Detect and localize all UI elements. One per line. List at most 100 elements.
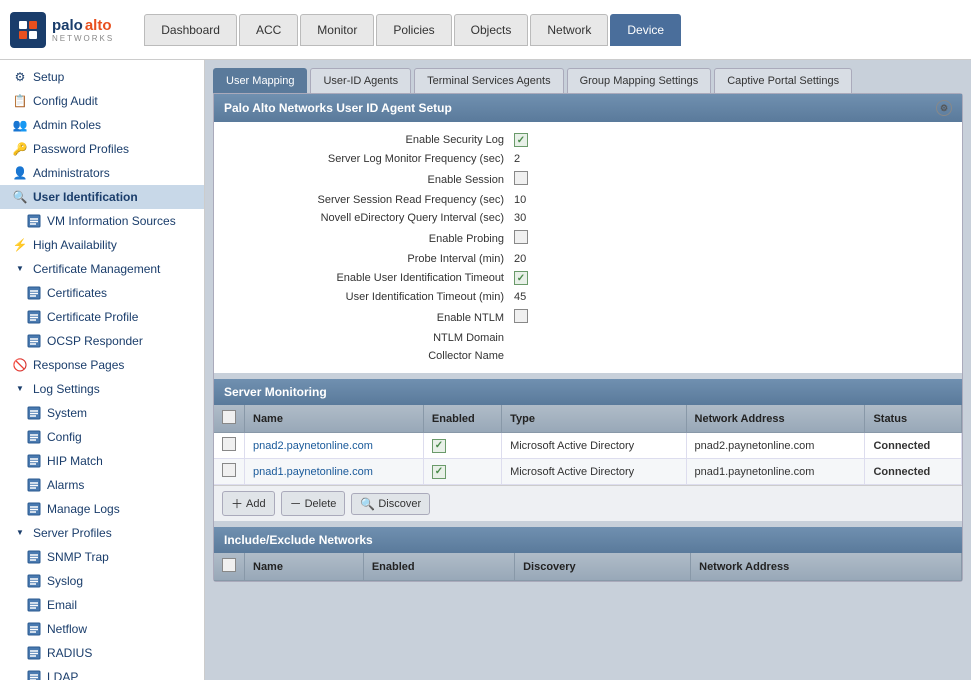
content-tab-group-mapping-settings[interactable]: Group Mapping Settings (567, 68, 712, 93)
discover-button-icon: 🔍 (360, 497, 375, 511)
server-name-0[interactable]: pnad2.paynetonline.com (253, 440, 373, 452)
form-value[interactable]: ✓ (514, 271, 528, 285)
server-type-0: Microsoft Active Directory (502, 433, 686, 459)
server-select-all[interactable] (222, 410, 236, 424)
checkbox-enable-user-identification-timeout[interactable]: ✓ (514, 271, 528, 285)
sidebar-item-manage-logs[interactable]: Manage Logs (0, 497, 204, 521)
sidebar-item-response-pages[interactable]: 🚫Response Pages (0, 353, 204, 377)
syslog-icon (26, 573, 42, 589)
checkbox-enable-security-log[interactable]: ✓ (514, 133, 528, 147)
sidebar-item-config[interactable]: Config (0, 425, 204, 449)
form-row-server-log-monitor-frequency-sec: Server Log Monitor Frequency (sec)2 (234, 150, 942, 168)
sidebar-item-administrators[interactable]: 👤Administrators (0, 161, 204, 185)
row-checkbox-1[interactable] (222, 463, 236, 477)
sidebar-item-certificate-management[interactable]: ▼Certificate Management (0, 257, 204, 281)
sidebar-label-snmp-trap: SNMP Trap (47, 548, 109, 566)
add-button-icon: ＋ (231, 495, 243, 512)
sidebar-item-user-identification[interactable]: 🔍User Identification (0, 185, 204, 209)
sidebar-item-certificates[interactable]: Certificates (0, 281, 204, 305)
sidebar-item-radius[interactable]: RADIUS (0, 641, 204, 665)
content-tab-user-id-agents[interactable]: User-ID Agents (310, 68, 411, 93)
agent-setup-title: Palo Alto Networks User ID Agent Setup (224, 101, 452, 115)
config-icon (26, 429, 42, 445)
radius-icon (26, 645, 42, 661)
log-settings-icon: ▼ (12, 381, 28, 397)
form-row-collector-name: Collector Name (234, 347, 942, 365)
nav-tab-acc[interactable]: ACC (239, 14, 298, 46)
sidebar-item-admin-roles[interactable]: 👥Admin Roles (0, 113, 204, 137)
server-name-1[interactable]: pnad1.paynetonline.com (253, 466, 373, 478)
form-label: Enable User Identification Timeout (234, 272, 514, 284)
server-enabled-0[interactable]: ✓ (432, 439, 446, 453)
form-label: User Identification Timeout (min) (234, 291, 514, 303)
delete-button[interactable]: －Delete (281, 491, 346, 516)
form-row-user-identification-timeout-min: User Identification Timeout (min)45 (234, 288, 942, 306)
server-col-3: Type (502, 405, 686, 433)
discover-button[interactable]: 🔍Discover (351, 493, 430, 515)
nav-tab-network[interactable]: Network (530, 14, 608, 46)
form-value[interactable]: ✓ (514, 133, 528, 147)
sidebar-item-email[interactable]: Email (0, 593, 204, 617)
checkbox-enable-session[interactable] (514, 171, 528, 185)
form-value[interactable] (514, 309, 528, 326)
logo-brand1: palo (52, 17, 83, 34)
sidebar-item-hip-match[interactable]: HIP Match (0, 449, 204, 473)
sidebar-item-password-profiles[interactable]: 🔑Password Profiles (0, 137, 204, 161)
nav-tab-dashboard[interactable]: Dashboard (144, 14, 237, 46)
server-toolbar: ＋Add－Delete🔍Discover (214, 485, 962, 521)
form-value[interactable] (514, 230, 528, 247)
nav-tab-objects[interactable]: Objects (454, 14, 529, 46)
content-tab-terminal-services-agents[interactable]: Terminal Services Agents (414, 68, 564, 93)
sidebar-item-certificate-profile[interactable]: Certificate Profile (0, 305, 204, 329)
gear-icon[interactable]: ⚙ (936, 100, 952, 116)
sidebar-item-snmp-trap[interactable]: SNMP Trap (0, 545, 204, 569)
sidebar-item-log-settings[interactable]: ▼Log Settings (0, 377, 204, 401)
sidebar-item-syslog[interactable]: Syslog (0, 569, 204, 593)
form-label: Server Log Monitor Frequency (sec) (234, 153, 514, 165)
nav-tab-device[interactable]: Device (610, 14, 681, 46)
sidebar-item-system[interactable]: System (0, 401, 204, 425)
form-label: Enable Security Log (234, 134, 514, 146)
sidebar-item-vm-information-sources[interactable]: VM Information Sources (0, 209, 204, 233)
form-value: 30 (514, 212, 526, 224)
sidebar-label-radius: RADIUS (47, 644, 92, 662)
sidebar-item-netflow[interactable]: Netflow (0, 617, 204, 641)
sidebar-label-setup: Setup (33, 68, 64, 86)
content-tab-user-mapping[interactable]: User Mapping (213, 68, 307, 93)
certificate-profile-icon (26, 309, 42, 325)
checkbox-enable-probing[interactable] (514, 230, 528, 244)
sidebar-item-high-availability[interactable]: ⚡High Availability (0, 233, 204, 257)
sidebar-item-ocsp-responder[interactable]: OCSP Responder (0, 329, 204, 353)
checkbox-enable-ntlm[interactable] (514, 309, 528, 323)
agent-setup-form: Enable Security Log✓Server Log Monitor F… (214, 122, 962, 373)
main-layout: ⚙Setup📋Config Audit👥Admin Roles🔑Password… (0, 60, 971, 680)
form-row-novell-edirectory-query-interval-sec: Novell eDirectory Query Interval (sec)30 (234, 209, 942, 227)
sidebar-label-user-identification: User Identification (33, 188, 138, 206)
include-col-0 (214, 553, 245, 581)
sidebar-item-server-profiles[interactable]: ▼Server Profiles (0, 521, 204, 545)
nav-tab-monitor[interactable]: Monitor (300, 14, 374, 46)
form-value[interactable] (514, 171, 528, 188)
sidebar-item-setup[interactable]: ⚙Setup (0, 65, 204, 89)
ocsp-responder-icon (26, 333, 42, 349)
add-button[interactable]: ＋Add (222, 491, 275, 516)
server-addr-0: pnad2.paynetonline.com (686, 433, 865, 459)
nav-tab-policies[interactable]: Policies (376, 14, 451, 46)
sidebar-item-alarms[interactable]: Alarms (0, 473, 204, 497)
content-tab-strip: User MappingUser-ID AgentsTerminal Servi… (213, 68, 963, 93)
row-checkbox-0[interactable] (222, 437, 236, 451)
include-select-all[interactable] (222, 558, 236, 572)
high-availability-icon: ⚡ (12, 237, 28, 253)
form-label: Server Session Read Frequency (sec) (234, 194, 514, 206)
sidebar-item-ldap[interactable]: LDAP (0, 665, 204, 680)
logo-brand2: alto (85, 17, 112, 34)
sidebar-label-certificate-profile: Certificate Profile (47, 308, 138, 326)
form-label: Enable Probing (234, 233, 514, 245)
content-tab-captive-portal-settings[interactable]: Captive Portal Settings (714, 68, 852, 93)
administrators-icon: 👤 (12, 165, 28, 181)
server-enabled-1[interactable]: ✓ (432, 465, 446, 479)
server-status-0: Connected (865, 433, 962, 459)
sidebar-label-password-profiles: Password Profiles (33, 140, 129, 158)
sidebar-item-config-audit[interactable]: 📋Config Audit (0, 89, 204, 113)
delete-button-label: Delete (305, 498, 337, 510)
